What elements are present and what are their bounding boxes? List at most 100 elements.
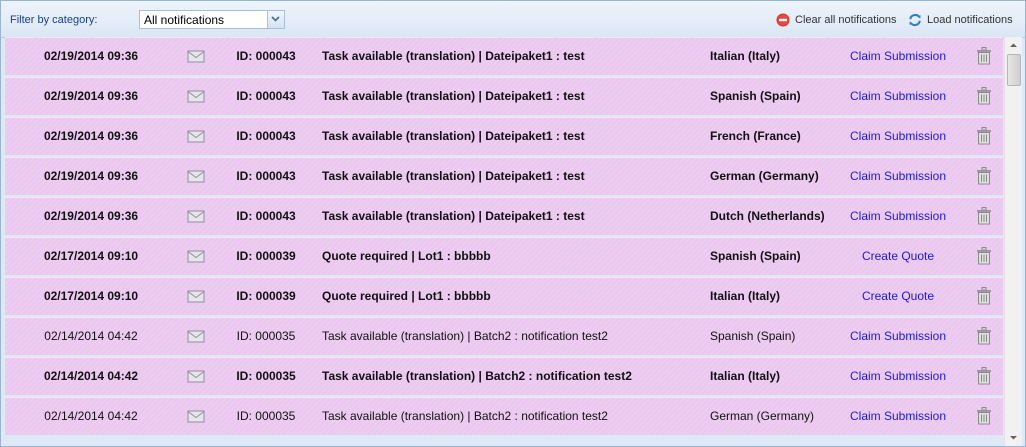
stop-icon [776,13,790,27]
trash-icon[interactable] [976,127,992,145]
trash-icon[interactable] [976,167,992,185]
notification-message: Task available (translation) | Dateipake… [322,169,585,183]
notification-id: ID: 000035 [236,329,296,343]
notification-date: 02/19/2014 09:36 [43,89,139,103]
notification-language: Spanish (Spain) [710,249,801,263]
notification-id: ID: 000043 [236,89,296,103]
trash-icon[interactable] [976,327,992,345]
notification-date: 02/19/2014 09:36 [43,49,139,63]
notification-row[interactable]: 02/19/2014 09:36 ID: 000043 Task available… [5,77,1003,115]
filter-label: Filter by category: [10,14,98,26]
envelope-icon [187,250,205,263]
notification-action-link[interactable]: Claim Submission [843,209,953,223]
notification-id: ID: 000043 [236,209,296,223]
notification-language: Italian (Italy) [710,369,781,383]
notification-date: 02/14/2014 04:42 [43,369,139,383]
vertical-scrollbar[interactable] [1004,37,1022,446]
notification-message: Task available (translation) | Dateipake… [322,209,585,223]
notification-list: 02/19/2014 09:36 ID: 000043 Task available… [5,37,1003,446]
clear-all-label: Clear all notifications [795,14,897,26]
envelope-icon [187,210,205,223]
arrow-down-icon [1010,436,1017,440]
notification-row[interactable]: 02/17/2014 09:10 ID: 000039 Quote required… [5,277,1003,315]
notification-language: Italian (Italy) [710,289,781,303]
notification-action-link[interactable]: Create Quote [843,289,953,303]
envelope-icon [187,370,205,383]
notification-id: ID: 000035 [236,409,296,423]
trash-icon[interactable] [976,367,992,385]
arrow-up-icon [1010,43,1017,47]
notification-id: ID: 000039 [236,249,296,263]
notification-id: ID: 000039 [236,289,296,303]
notification-row[interactable]: 02/17/2014 09:10 ID: 000039 Quote required… [5,237,1003,275]
notification-date: 02/19/2014 09:36 [43,169,139,183]
notification-message: Task available (translation) | Dateipake… [322,49,585,63]
envelope-icon [187,50,205,63]
notification-language: French (France) [710,129,801,143]
notification-language: Italian (Italy) [710,49,781,63]
notification-row[interactable]: 02/19/2014 09:36 ID: 000043 Task available… [5,37,1003,75]
trash-icon[interactable] [976,287,992,305]
notification-date: 02/14/2014 04:42 [44,409,138,423]
notification-id: ID: 000035 [236,369,296,383]
notification-language: Spanish (Spain) [710,89,801,103]
notification-row[interactable]: 02/19/2014 09:36 ID: 000043 Task available… [5,157,1003,195]
envelope-icon [187,90,205,103]
chevron-down-icon [271,16,280,22]
scroll-thumb[interactable] [1007,54,1021,86]
notification-id: ID: 000043 [236,129,296,143]
category-filter-select[interactable]: All notifications [139,10,285,29]
toolbar: Filter by category: All notifications Cl… [1,1,1025,38]
notification-row[interactable]: 02/14/2014 04:42 ID: 000035 Task available… [5,357,1003,395]
notification-language: Dutch (Netherlands) [710,209,825,223]
refresh-icon [909,13,921,27]
trash-icon[interactable] [976,47,992,65]
notification-action-link[interactable]: Claim Submission [843,129,953,143]
notification-row[interactable]: 02/19/2014 09:36 ID: 000043 Task available… [5,117,1003,155]
notification-row[interactable]: 02/19/2014 09:36 ID: 000043 Task available… [5,197,1003,235]
notification-message: Task available (translation) | Dateipake… [322,89,585,103]
notification-date: 02/19/2014 09:36 [43,209,139,223]
trash-icon[interactable] [976,247,992,265]
notification-message: Task available (translation) | Batch2 : … [322,369,632,383]
scroll-down-button[interactable] [1005,429,1022,446]
trash-icon[interactable] [976,407,992,425]
notification-language: German (Germany) [710,169,819,183]
notification-message: Task available (translation) | Dateipake… [322,129,585,143]
envelope-icon [187,130,205,143]
notification-date: 02/17/2014 09:10 [43,289,139,303]
trash-icon[interactable] [976,87,992,105]
clear-all-button[interactable]: Clear all notifications [776,12,897,28]
notifications-panel: Filter by category: All notifications Cl… [0,0,1026,447]
notification-action-link[interactable]: Claim Submission [843,329,953,343]
notification-message: Task available (translation) | Batch2 : … [322,409,608,423]
notification-message: Quote required | Lot1 : bbbbb [322,289,491,303]
notification-id: ID: 000043 [236,169,296,183]
envelope-icon [187,330,205,343]
load-notifications-label: Load notifications [927,14,1013,26]
notification-action-link[interactable]: Create Quote [843,249,953,263]
notification-message: Task available (translation) | Batch2 : … [322,329,608,343]
notification-date: 02/17/2014 09:10 [43,249,139,263]
scroll-up-button[interactable] [1005,37,1022,54]
notification-language: Spanish (Spain) [710,329,796,343]
notification-row[interactable]: 02/14/2014 04:42 ID: 000035 Task available… [5,317,1003,355]
notification-action-link[interactable]: Claim Submission [843,89,953,103]
notification-action-link[interactable]: Claim Submission [843,369,953,383]
envelope-icon [187,290,205,303]
notification-message: Quote required | Lot1 : bbbbb [322,249,491,263]
envelope-icon [187,170,205,183]
trash-icon[interactable] [976,207,992,225]
notification-id: ID: 000043 [236,49,296,63]
envelope-icon [187,410,205,423]
notification-date: 02/19/2014 09:36 [43,129,139,143]
notification-action-link[interactable]: Claim Submission [843,169,953,183]
load-notifications-button[interactable]: Load notifications [908,12,1013,28]
dropdown-button[interactable] [267,11,284,28]
notification-language: German (Germany) [710,409,815,423]
notification-action-link[interactable]: Claim Submission [843,49,953,63]
category-filter-value: All notifications [144,13,225,27]
notification-action-link[interactable]: Claim Submission [843,409,953,423]
notification-row[interactable]: 02/14/2014 04:42 ID: 000035 Task available… [5,397,1003,435]
notification-date: 02/14/2014 04:42 [44,329,138,343]
